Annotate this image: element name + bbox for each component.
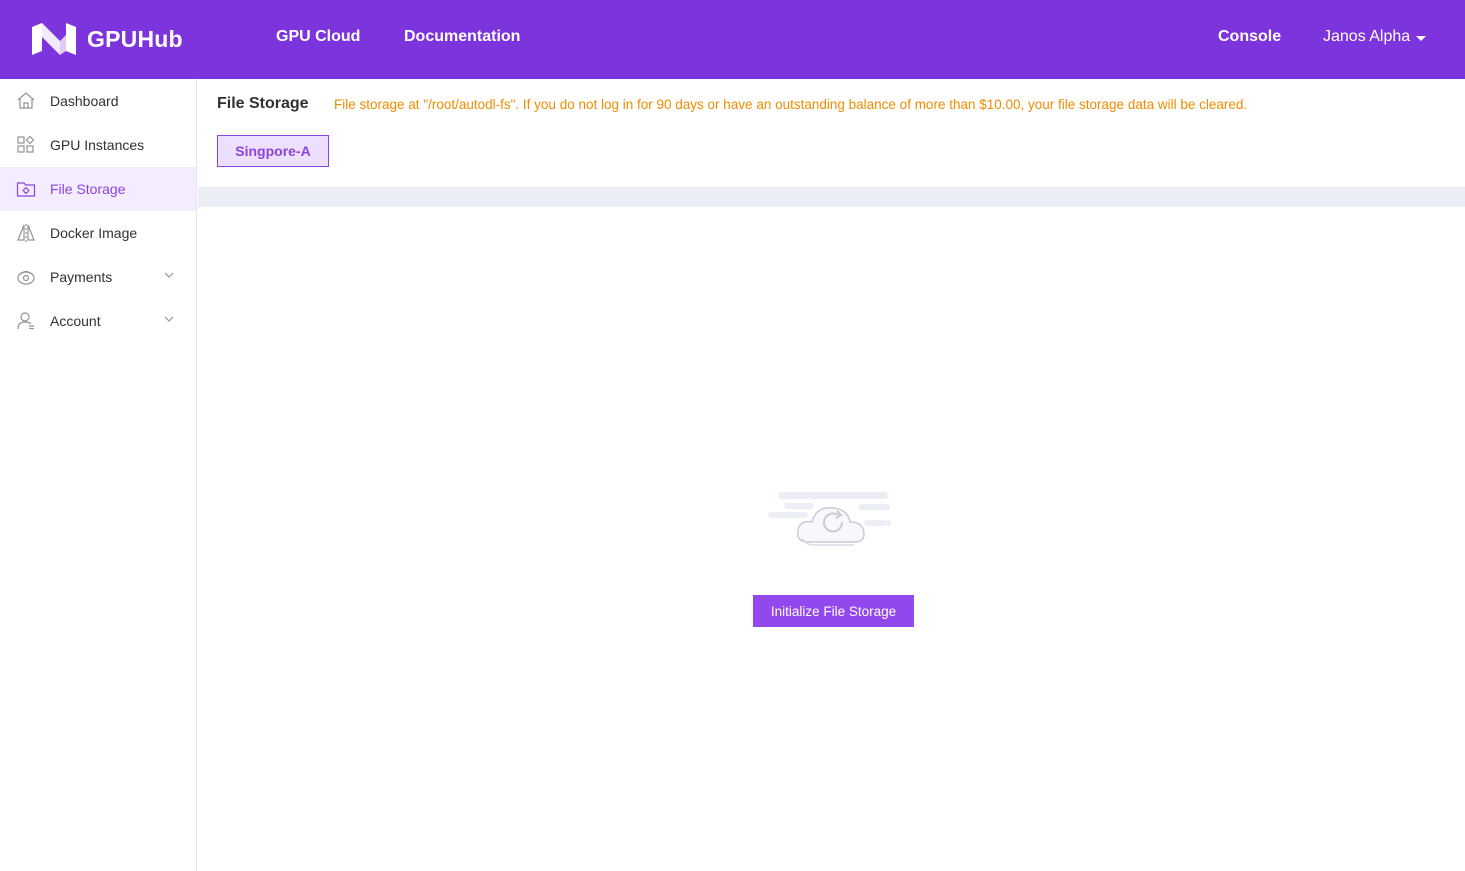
sidebar-item-payments[interactable]: Payments xyxy=(0,255,196,299)
brand-name: GPUHub xyxy=(87,25,183,52)
sidebar-item-label: Docker Image xyxy=(50,225,138,241)
nav-documentation[interactable]: Documentation xyxy=(404,28,520,46)
gpuhub-logo-icon xyxy=(32,23,76,55)
brand-logo[interactable]: GPUHub xyxy=(30,21,183,57)
sidebar-item-label: GPU Instances xyxy=(50,137,145,153)
mirror-triangle-icon xyxy=(16,223,36,243)
sidebar-item-account[interactable]: Account xyxy=(0,299,196,343)
chevron-down-icon xyxy=(164,316,174,322)
initialize-file-storage-button[interactable]: Initialize File Storage xyxy=(753,595,914,627)
folder-settings-icon xyxy=(16,179,36,199)
sidebar-item-label: Dashboard xyxy=(50,93,119,109)
nav-console[interactable]: Console xyxy=(1218,28,1281,46)
sidebar-item-label: Payments xyxy=(50,269,113,285)
sidebar-item-dashboard[interactable]: Dashboard xyxy=(0,79,196,123)
nav-gpu-cloud[interactable]: GPU Cloud xyxy=(276,28,360,46)
sidebar-item-docker-image[interactable]: Docker Image xyxy=(0,211,196,255)
grid-apps-icon xyxy=(16,135,36,155)
user-icon xyxy=(16,311,36,331)
sidebar-item-label: Account xyxy=(50,313,101,329)
region-tab-singapore-a[interactable]: Singpore-A xyxy=(217,135,329,167)
main-content: File Storage File storage at "/root/auto… xyxy=(198,79,1465,871)
home-icon xyxy=(16,91,36,111)
empty-storage-illustration xyxy=(768,484,894,555)
page-title: File Storage xyxy=(217,95,309,112)
storage-notice: File storage at "/root/autodl-fs". If yo… xyxy=(334,97,1248,112)
chevron-down-icon xyxy=(164,272,174,278)
section-divider xyxy=(198,187,1465,207)
sidebar: Dashboard GPU Instances File Storage Doc… xyxy=(0,79,197,871)
wallet-icon xyxy=(16,267,36,287)
sidebar-item-gpu-instances[interactable]: GPU Instances xyxy=(0,123,196,167)
top-navigation-bar: GPUHub GPU Cloud Documentation Console J… xyxy=(0,0,1465,79)
cloud-sync-icon xyxy=(768,492,891,546)
sidebar-item-label: File Storage xyxy=(50,181,126,197)
user-menu[interactable]: Janos Alpha xyxy=(1323,28,1427,46)
sidebar-item-file-storage[interactable]: File Storage xyxy=(0,167,196,211)
user-name: Janos Alpha xyxy=(1323,28,1411,45)
caret-down-icon xyxy=(1416,35,1427,41)
